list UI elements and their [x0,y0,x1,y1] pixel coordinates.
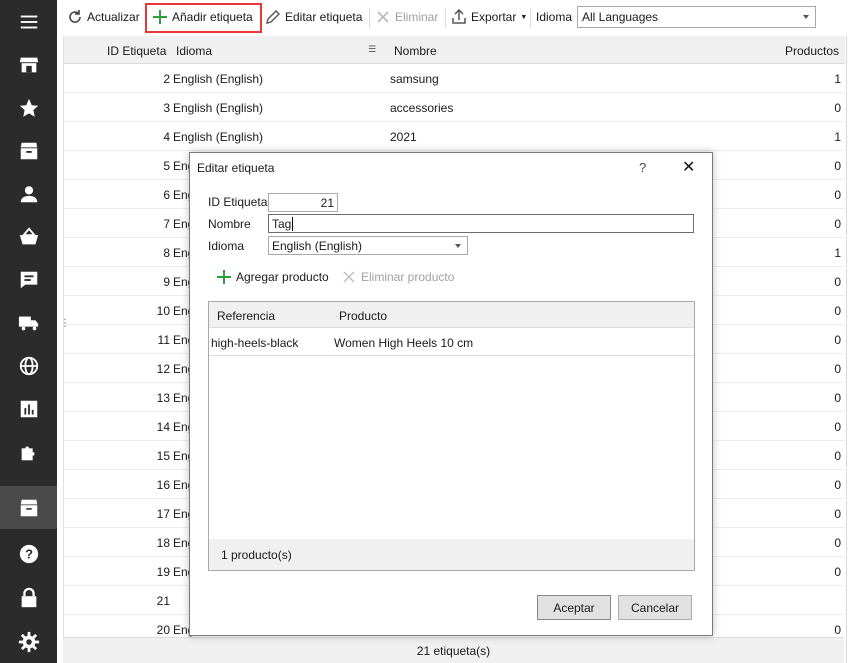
globe-icon[interactable] [0,344,57,387]
column-header-products[interactable]: Productos [785,44,839,58]
name-field-value: Tag [272,217,292,231]
language-select[interactable]: English (English) [268,236,468,255]
toolbar-separator [530,8,531,28]
lock-icon[interactable] [0,576,57,619]
edit-tag-button[interactable]: Editar etiqueta [265,5,362,29]
delete-button[interactable]: Eliminar [375,5,438,29]
add-product-label: Agregar producto [236,270,329,284]
remove-product-label: Eliminar producto [361,270,455,284]
column-header-name[interactable]: Nombre [394,44,437,58]
column-header-reference[interactable]: Referencia [217,309,275,323]
column-header-product[interactable]: Producto [339,309,387,323]
pencil-icon [266,10,280,24]
text-cursor [292,217,294,231]
products-grid-footer: 1 producto(s) [209,539,694,570]
svg-text:?: ? [25,546,33,561]
language-filter-label: Idioma [536,10,573,24]
add-product-button[interactable]: Agregar producto [216,269,329,285]
truck-icon[interactable] [0,301,57,344]
products-grid-header: Referencia Producto [209,302,694,328]
name-field[interactable]: Tag [268,214,694,233]
close-icon [377,11,389,23]
export-label: Exportar [471,10,517,24]
refresh-icon [69,10,81,23]
add-tag-label: Añadir etiqueta [172,10,253,24]
dialog-title: Editar etiqueta [197,161,275,175]
plus-icon [217,270,231,284]
grid-footer: 21 etiqueta(s) [63,637,844,663]
chevron-down-icon: ▼ [520,13,528,21]
help-icon[interactable]: ? [0,532,57,575]
grid-header: ID Etiqueta Idioma ☰ Nombre Productos [64,36,845,64]
name-label: Nombre [208,217,251,231]
remove-product-button[interactable]: Eliminar producto [341,269,454,285]
refresh-button[interactable]: Actualizar [67,5,140,29]
id-field[interactable]: 21 [268,193,338,212]
id-label: ID Etiqueta [208,195,268,209]
export-button[interactable]: Exportar ▼ [451,5,527,29]
add-tag-button[interactable]: Añadir etiqueta [152,5,253,29]
menu-icon[interactable] [0,0,57,43]
column-header-language[interactable]: Idioma [176,44,212,58]
chat-icon[interactable] [0,258,57,301]
language-filter-value: All Languages [582,10,659,24]
gear-icon[interactable] [0,620,57,663]
table-row[interactable]: 3 English (English) accessories 0 [64,93,845,122]
help-icon[interactable]: ? [639,160,646,175]
plus-icon [153,10,167,24]
tags-archive-icon[interactable] [0,486,57,529]
edit-tag-label: Editar etiqueta [285,10,363,24]
vertical-scrollbar[interactable] [846,36,852,663]
language-label: Idioma [208,239,245,253]
accept-button[interactable]: Aceptar [537,595,611,620]
toolbar-separator [445,8,446,28]
archive-icon[interactable] [0,129,57,172]
refresh-label: Actualizar [87,10,140,24]
table-row[interactable]: 4 English (English) 2021 1 [64,122,845,151]
close-icon[interactable]: ✕ [682,157,695,177]
cell-products: 0 [834,101,841,115]
column-header-id[interactable]: ID Etiqueta [107,44,166,58]
table-row[interactable]: high-heels-black Women High Heels 10 cm [209,329,694,356]
sidebar: ? [0,0,57,663]
language-select-value: English (English) [272,239,363,253]
puzzle-icon[interactable] [0,430,57,473]
export-icon [452,9,466,24]
products-grid: Referencia Producto high-heels-black Wom… [208,301,695,571]
delete-label: Eliminar [395,10,439,24]
chevron-down-icon [455,244,461,248]
row-reference: high-heels-black [211,336,299,350]
chevron-down-icon [803,15,809,19]
cell-id: 21 [156,594,170,608]
row-product: Women High Heels 10 cm [334,336,474,350]
star-icon[interactable] [0,86,57,129]
table-row[interactable]: 2 English (English) samsung 1 [64,64,845,93]
chart-icon[interactable] [0,387,57,430]
user-icon[interactable] [0,172,57,215]
cancel-button[interactable]: Cancelar [618,595,692,620]
close-icon [343,271,355,283]
cell-products: 1 [834,72,841,86]
basket-icon[interactable] [0,215,57,258]
toolbar-separator [369,8,370,28]
edit-tag-dialog: Editar etiqueta ? ✕ ID Etiqueta 21 Nombr… [189,152,713,636]
language-filter-select[interactable]: All Languages [577,6,816,28]
cell-products: 1 [834,130,841,144]
store-icon[interactable] [0,43,57,86]
filter-icon[interactable]: ☰ [368,44,376,55]
